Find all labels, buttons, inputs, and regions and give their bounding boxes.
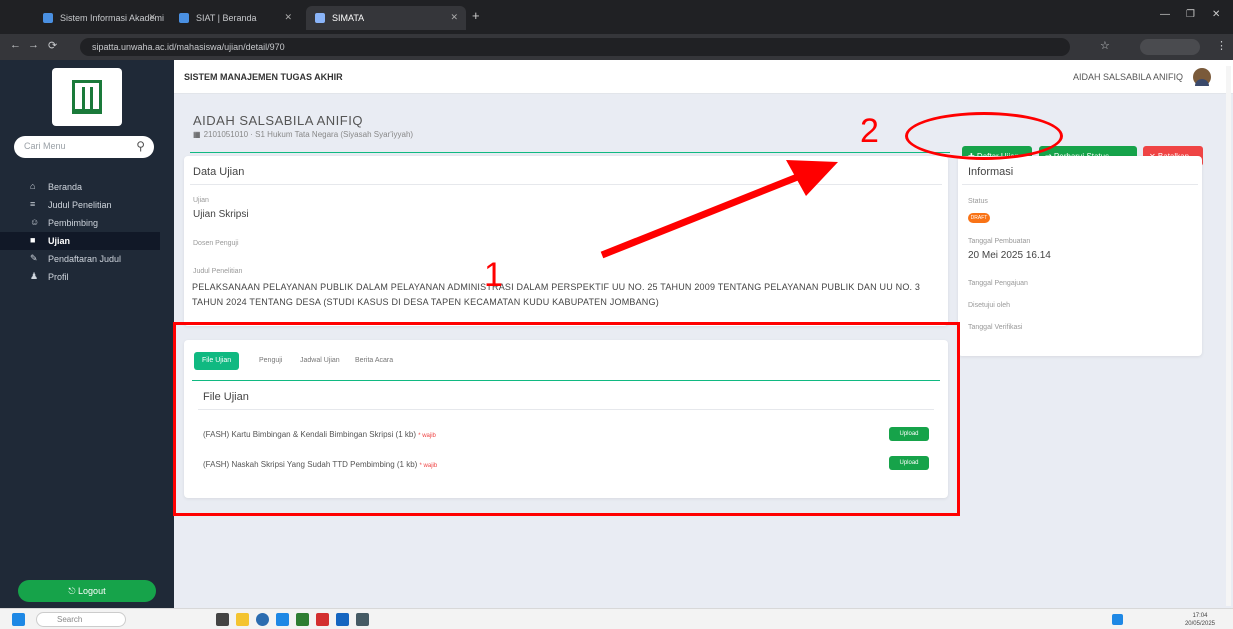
tray-icon[interactable] [1112, 614, 1123, 625]
chrome-icon[interactable] [256, 613, 269, 626]
file-explorer-icon[interactable] [236, 613, 249, 626]
app-icon[interactable] [336, 613, 349, 626]
windows-start-icon[interactable] [12, 613, 25, 626]
taskbar-clock[interactable]: 17:04 20/05/2025 [1185, 612, 1215, 628]
task-view-icon[interactable] [216, 613, 229, 626]
edge-icon[interactable] [276, 613, 289, 626]
annotation-arrow [600, 160, 838, 259]
app-icon[interactable] [316, 613, 329, 626]
app-icon[interactable] [296, 613, 309, 626]
windows-taskbar: Search 17:04 20/05/2025 [0, 608, 1233, 629]
page-scrollbar[interactable] [1226, 66, 1231, 606]
taskbar-search[interactable]: Search [36, 612, 126, 627]
app-icon[interactable] [356, 613, 369, 626]
